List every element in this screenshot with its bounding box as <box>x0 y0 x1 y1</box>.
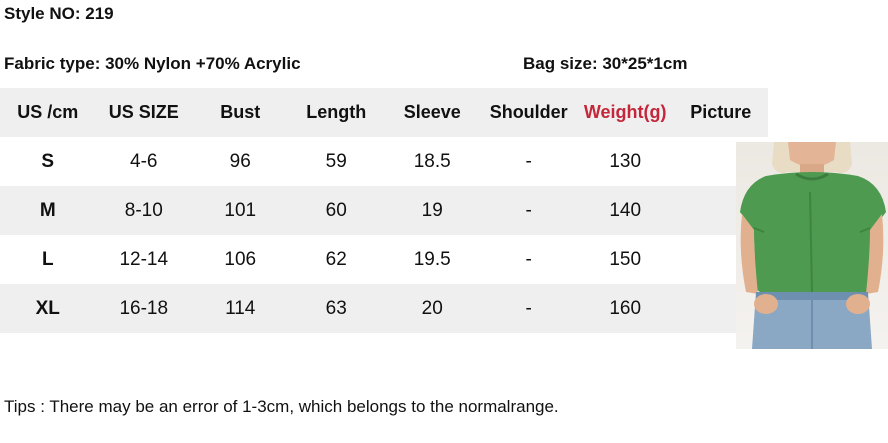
size-label: S <box>41 150 55 172</box>
header-sleeve: Sleeve <box>403 102 461 122</box>
shoulder-value: - <box>525 248 532 270</box>
us-size-value: 16-18 <box>119 297 169 319</box>
bust-value: 101 <box>224 199 257 221</box>
length-value: 63 <box>325 297 347 319</box>
bust-value: 106 <box>224 248 257 270</box>
sleeve-value: 19.5 <box>413 248 451 270</box>
sleeve-value: 20 <box>421 297 443 319</box>
us-size-value: 12-14 <box>119 248 169 270</box>
us-size-value: 8-10 <box>124 199 163 221</box>
size-label: M <box>39 199 56 221</box>
size-label: L <box>41 248 54 270</box>
header-length: Length <box>306 102 367 122</box>
table-row: M 8-10 101 60 19 - 140 <box>0 186 768 235</box>
header-picture: Picture <box>690 102 752 122</box>
shoulder-value: - <box>525 199 532 221</box>
weight-value: 140 <box>609 199 642 221</box>
size-label: XL <box>35 297 60 319</box>
length-value: 59 <box>325 150 347 172</box>
bust-value: 96 <box>229 150 251 172</box>
bag-size: Bag size: 30*25*1cm <box>523 54 688 73</box>
header-bust: Bust <box>220 102 261 122</box>
length-value: 62 <box>325 248 347 270</box>
sleeve-value: 18.5 <box>413 150 451 172</box>
us-size-value: 4-6 <box>130 150 158 172</box>
style-number: Style NO: 219 <box>4 4 114 23</box>
bust-value: 114 <box>225 297 256 319</box>
green-top-illustration <box>740 142 886 349</box>
table-header-row: US /cm US SIZE Bust Length Sleeve Should… <box>0 88 768 137</box>
size-table: US /cm US SIZE Bust Length Sleeve Should… <box>0 88 768 333</box>
table-row: XL 16-18 114 63 20 - 160 <box>0 284 768 333</box>
header-us-cm: US /cm <box>17 102 79 122</box>
weight-value: 160 <box>609 297 642 319</box>
product-photo <box>736 142 888 349</box>
sleeve-value: 19 <box>421 199 443 221</box>
length-value: 60 <box>325 199 347 221</box>
header-us-size: US SIZE <box>108 102 179 122</box>
table-row: L 12-14 106 62 19.5 - 150 <box>0 235 768 284</box>
fabric-type: Fabric type: 30% Nylon +70% Acrylic <box>4 54 301 73</box>
shoulder-value: - <box>525 297 532 319</box>
weight-value: 150 <box>609 248 642 270</box>
weight-value: 130 <box>609 150 642 172</box>
tips-note: Tips : There may be an error of 1-3cm, w… <box>4 397 559 416</box>
header-weight: Weight(g) <box>583 102 667 122</box>
header-shoulder: Shoulder <box>489 102 568 122</box>
table-row: S 4-6 96 59 18.5 - 130 <box>0 137 768 186</box>
shoulder-value: - <box>525 150 532 172</box>
